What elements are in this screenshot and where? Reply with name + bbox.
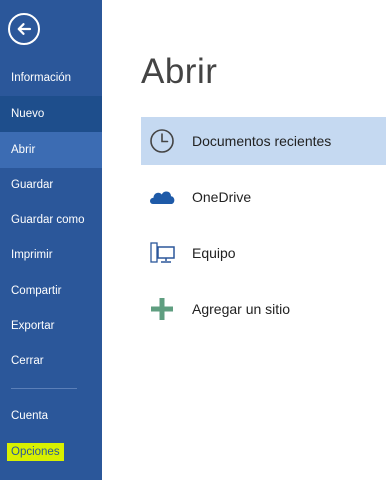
cloud-icon bbox=[150, 191, 175, 204]
place-onedrive[interactable]: OneDrive bbox=[141, 173, 386, 221]
nav-item-cuenta[interactable]: Cuenta bbox=[0, 398, 102, 434]
nav-item-imprimir[interactable]: Imprimir bbox=[0, 237, 102, 273]
nav-item-nuevo[interactable]: Nuevo bbox=[0, 96, 102, 132]
sidebar-separator bbox=[11, 388, 77, 389]
computer-icon bbox=[150, 242, 175, 263]
back-arrow-icon bbox=[17, 23, 32, 35]
clock-icon bbox=[150, 129, 174, 153]
place-label: OneDrive bbox=[192, 189, 252, 205]
nav-item-opciones[interactable]: Opciones bbox=[7, 443, 64, 461]
nav-item-informacion[interactable]: Información bbox=[0, 60, 102, 96]
nav-item-abrir[interactable]: Abrir bbox=[0, 132, 102, 168]
place-equipo[interactable]: Equipo bbox=[141, 229, 386, 277]
nav-item-cerrar[interactable]: Cerrar bbox=[0, 343, 102, 379]
backstage-sidebar: Información Nuevo Abrir Guardar Guardar … bbox=[0, 0, 102, 480]
nav-item-exportar[interactable]: Exportar bbox=[0, 308, 102, 344]
place-label: Documentos recientes bbox=[192, 133, 332, 149]
page-title: Abrir bbox=[141, 52, 218, 91]
nav-item-guardar[interactable]: Guardar bbox=[0, 167, 102, 203]
place-label: Equipo bbox=[192, 245, 236, 261]
back-button[interactable] bbox=[8, 13, 40, 45]
nav-item-guardar-como[interactable]: Guardar como bbox=[0, 202, 102, 238]
nav-item-compartir[interactable]: Compartir bbox=[0, 273, 102, 309]
plus-icon bbox=[151, 298, 173, 320]
place-documentos-recientes[interactable]: Documentos recientes bbox=[141, 117, 386, 165]
place-agregar-un-sitio[interactable]: Agregar un sitio bbox=[141, 285, 386, 333]
place-label: Agregar un sitio bbox=[192, 301, 291, 317]
